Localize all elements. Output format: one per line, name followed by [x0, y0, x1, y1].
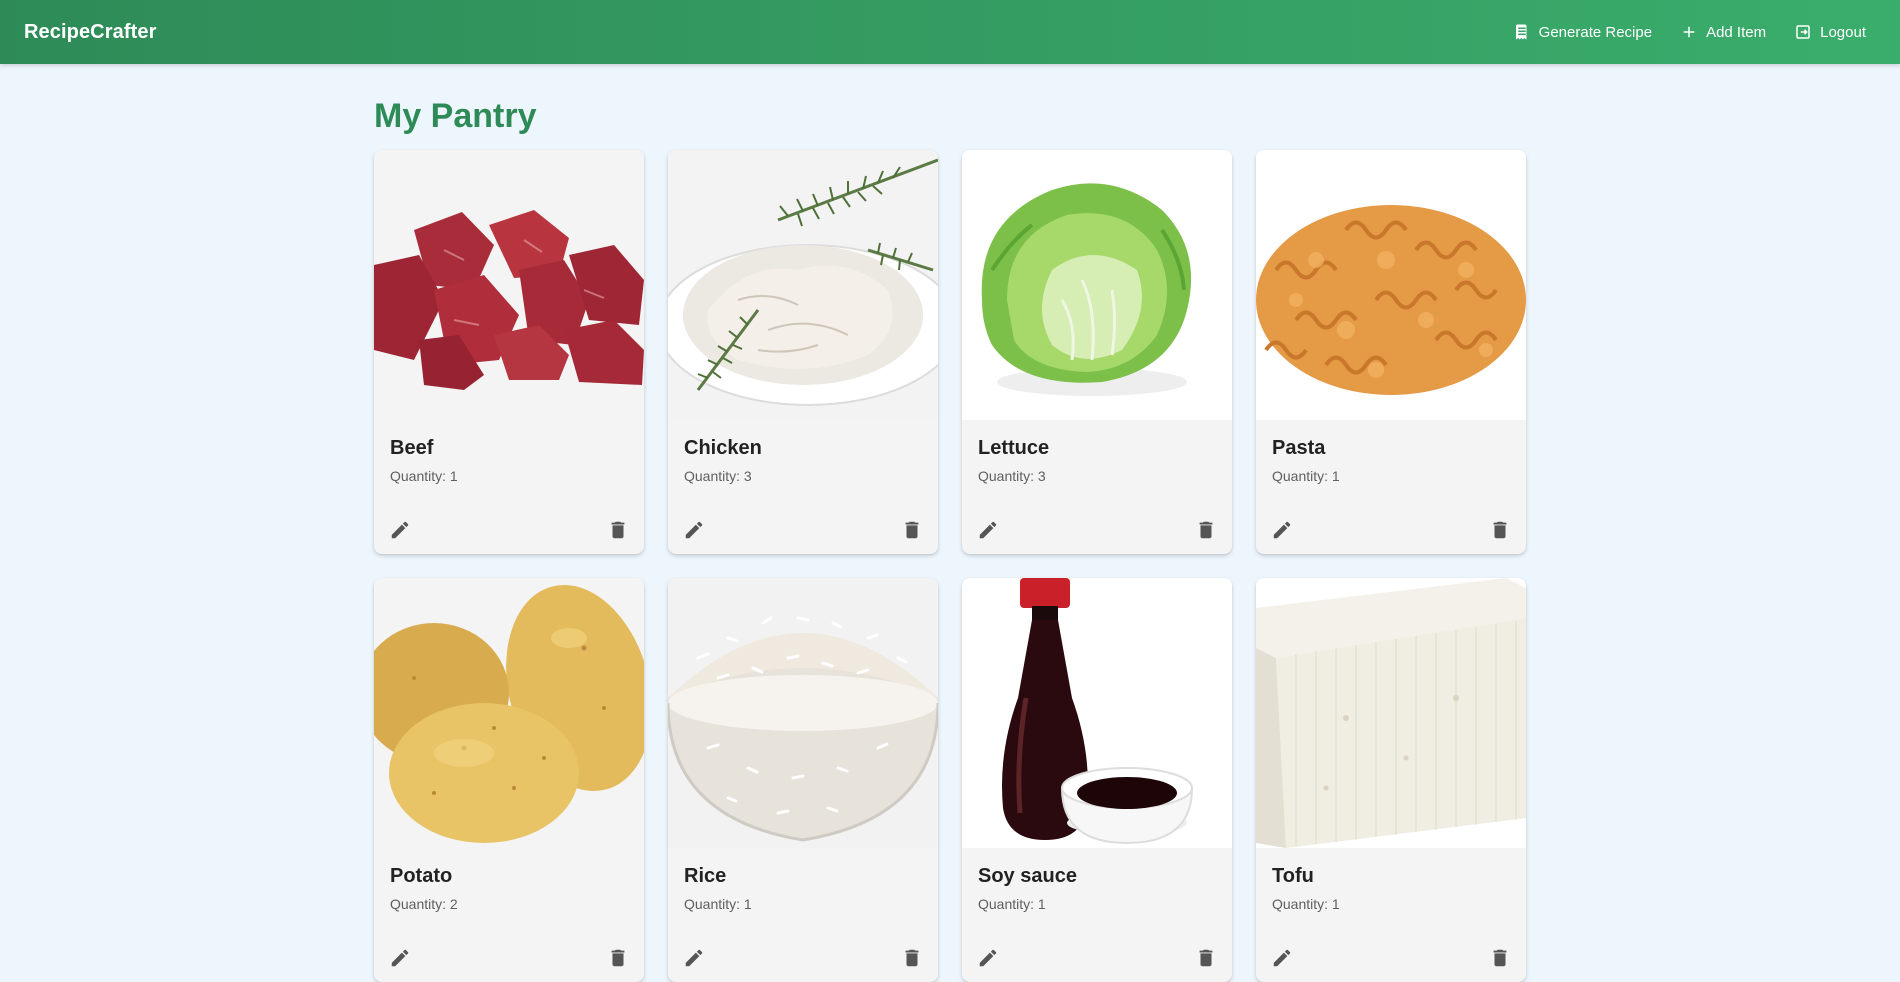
card-actions — [668, 518, 938, 542]
generate-recipe-button[interactable]: Generate Recipe — [1503, 15, 1662, 49]
item-quantity: Quantity: 3 — [684, 468, 752, 484]
beef-image — [374, 150, 644, 420]
chicken-image — [668, 150, 938, 420]
item-name: Soy sauce — [978, 865, 1077, 887]
pantry-card: Potato Quantity: 2 — [374, 578, 644, 982]
trash-icon — [1493, 521, 1507, 539]
item-name: Potato — [390, 865, 453, 887]
page-title: My Pantry — [374, 97, 537, 135]
pantry-grid: Beef Quantity: 1 Chicken Quantity: 3 Let… — [374, 150, 1526, 982]
card-actions — [962, 518, 1232, 542]
trash-icon — [1199, 521, 1213, 539]
tofu-image — [1256, 578, 1526, 848]
trash-icon — [611, 521, 625, 539]
delete-button[interactable] — [1194, 946, 1218, 970]
edit-button[interactable] — [388, 946, 412, 970]
edit-button[interactable] — [682, 946, 706, 970]
pencil-icon — [685, 949, 703, 967]
app-title[interactable]: RecipeCrafter — [24, 21, 156, 44]
edit-button[interactable] — [682, 518, 706, 542]
logout-button[interactable]: Logout — [1784, 15, 1876, 49]
delete-button[interactable] — [1488, 946, 1512, 970]
trash-icon — [1199, 949, 1213, 967]
trash-icon — [1493, 949, 1507, 967]
item-quantity: Quantity: 1 — [978, 896, 1046, 912]
delete-button[interactable] — [606, 518, 630, 542]
pantry-card: Lettuce Quantity: 3 — [962, 150, 1232, 554]
item-quantity: Quantity: 1 — [684, 896, 752, 912]
pasta-image — [1256, 150, 1526, 420]
plus-icon — [1680, 23, 1698, 41]
soy-sauce-image — [962, 578, 1232, 848]
pantry-card: Beef Quantity: 1 — [374, 150, 644, 554]
item-quantity: Quantity: 2 — [390, 896, 458, 912]
add-item-label: Add Item — [1706, 23, 1767, 41]
card-actions — [374, 518, 644, 542]
rice-image — [668, 578, 938, 848]
edit-button[interactable] — [976, 946, 1000, 970]
pencil-icon — [685, 521, 703, 539]
delete-button[interactable] — [900, 946, 924, 970]
item-quantity: Quantity: 3 — [978, 468, 1046, 484]
item-name: Tofu — [1272, 865, 1314, 887]
generate-recipe-label: Generate Recipe — [1538, 23, 1653, 41]
pantry-card: Soy sauce Quantity: 1 — [962, 578, 1232, 982]
edit-button[interactable] — [1270, 518, 1294, 542]
card-actions — [1256, 518, 1526, 542]
item-quantity: Quantity: 1 — [1272, 896, 1340, 912]
pencil-icon — [1273, 521, 1291, 539]
top-nav: Generate Recipe Add Item Logout — [1503, 15, 1876, 49]
item-name: Beef — [390, 437, 434, 459]
delete-button[interactable] — [900, 518, 924, 542]
edit-button[interactable] — [1270, 946, 1294, 970]
pencil-icon — [979, 521, 997, 539]
item-name: Rice — [684, 865, 727, 887]
item-quantity: Quantity: 1 — [390, 468, 458, 484]
edit-button[interactable] — [976, 518, 1000, 542]
item-name: Chicken — [684, 437, 762, 459]
delete-button[interactable] — [1488, 518, 1512, 542]
logout-label: Logout — [1820, 23, 1866, 41]
pencil-icon — [1273, 949, 1291, 967]
edit-button[interactable] — [388, 518, 412, 542]
pantry-card: Chicken Quantity: 3 — [668, 150, 938, 554]
pencil-icon — [391, 949, 409, 967]
card-actions — [668, 946, 938, 970]
trash-icon — [905, 521, 919, 539]
card-actions — [374, 946, 644, 970]
logout-icon — [1794, 23, 1812, 41]
pencil-icon — [979, 949, 997, 967]
pantry-card: Tofu Quantity: 1 — [1256, 578, 1526, 982]
add-item-button[interactable]: Add Item — [1670, 15, 1776, 49]
delete-button[interactable] — [1194, 518, 1218, 542]
pantry-card: Pasta Quantity: 1 — [1256, 150, 1526, 554]
potato-image — [374, 578, 644, 848]
lettuce-image — [962, 150, 1232, 420]
item-name: Lettuce — [978, 437, 1050, 459]
main-content: My Pantry Beef Quantity: 1 Chicken Quant… — [374, 64, 1526, 982]
delete-button[interactable] — [606, 946, 630, 970]
app-bar: RecipeCrafter Generate Recipe Add Item L… — [0, 0, 1900, 64]
receipt-icon — [1513, 23, 1531, 41]
pantry-card: Rice Quantity: 1 — [668, 578, 938, 982]
trash-icon — [611, 949, 625, 967]
trash-icon — [905, 949, 919, 967]
card-actions — [962, 946, 1232, 970]
pencil-icon — [391, 521, 409, 539]
item-name: Pasta — [1272, 437, 1326, 459]
item-quantity: Quantity: 1 — [1272, 468, 1340, 484]
card-actions — [1256, 946, 1526, 970]
